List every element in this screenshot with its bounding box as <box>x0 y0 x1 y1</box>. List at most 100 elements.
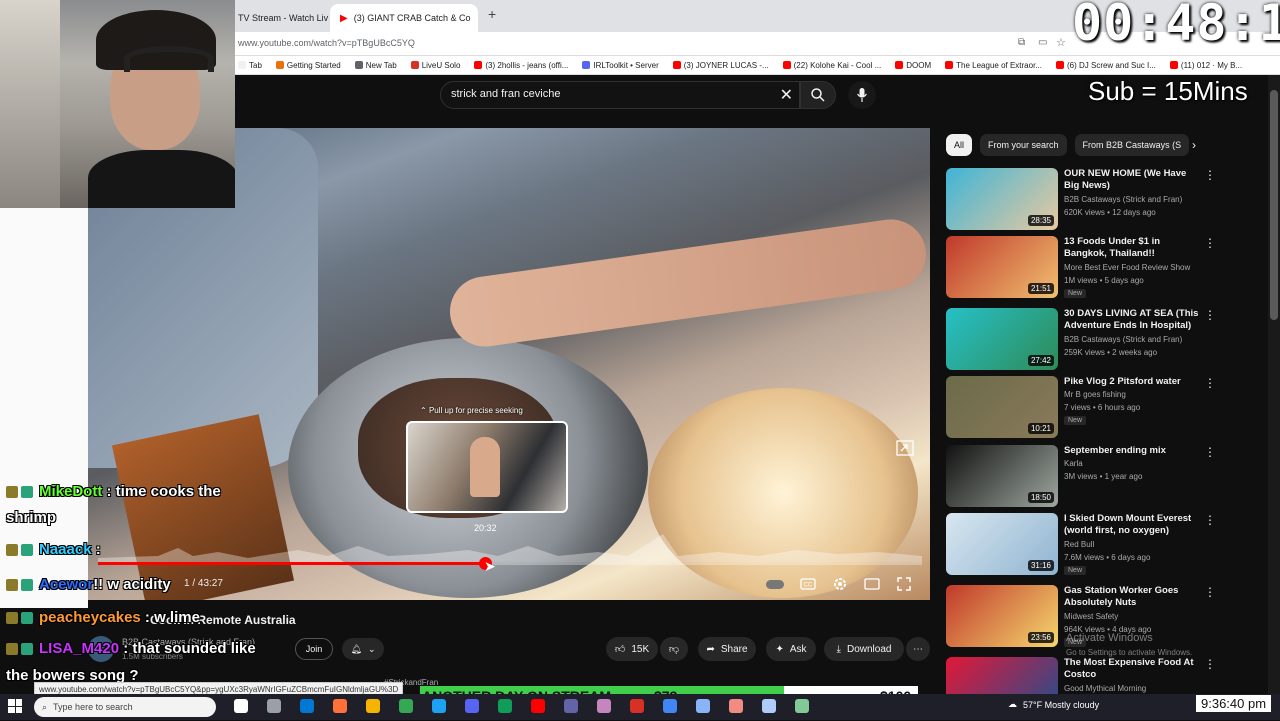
taskbar-app-icon[interactable] <box>432 699 446 713</box>
more-options-icon[interactable]: ⋮ <box>1204 168 1216 182</box>
taskbar-app-icon[interactable] <box>663 699 677 713</box>
taskbar-app-icon[interactable] <box>234 699 248 713</box>
miniplayer-expand-icon[interactable] <box>896 440 914 456</box>
recommendation-title[interactable]: I Skied Down Mount Everest (world first,… <box>1064 513 1204 537</box>
recommendation-channel[interactable]: Red Bull <box>1064 540 1094 549</box>
bookmark-item[interactable]: DOOM <box>895 61 931 70</box>
taskbar-app-icon[interactable] <box>300 699 314 713</box>
bookmark-item[interactable]: (3) JOYNER LUCAS -... <box>672 61 769 70</box>
taskbar-search-input[interactable]: ⌕ Type here to search <box>34 697 216 717</box>
recommendation-title[interactable]: Pike Vlog 2 Pitsford water <box>1064 376 1204 388</box>
taskbar-app-icon[interactable] <box>498 699 512 713</box>
bookmark-item[interactable]: (22) Kolohe Kai - Cool ... <box>782 61 881 70</box>
taskbar-app-icon[interactable] <box>696 699 710 713</box>
more-actions-button[interactable]: ⋯ <box>906 637 930 661</box>
recommendation-channel[interactable]: Midwest Safety <box>1064 612 1118 621</box>
windows-start-icon[interactable] <box>8 699 22 713</box>
taskbar-clock[interactable]: 9:36:40 pm <box>1196 695 1272 712</box>
recommendation-title[interactable]: The Most Expensive Food At Costco <box>1064 657 1204 681</box>
recommendation-channel[interactable]: More Best Ever Food Review Show <box>1064 263 1190 272</box>
join-button[interactable]: Join <box>295 638 333 660</box>
video-thumbnail[interactable]: 31:16 <box>946 513 1058 575</box>
fullscreen-button[interactable] <box>895 575 913 593</box>
taskbar-app-icon[interactable] <box>564 699 578 713</box>
taskbar-app-icon[interactable] <box>465 699 479 713</box>
captions-button[interactable]: CC <box>799 575 817 593</box>
more-options-icon[interactable]: ⋮ <box>1204 513 1216 527</box>
taskbar-app-icon[interactable] <box>531 699 545 713</box>
recommendation-item[interactable]: 28:35 OUR NEW HOME (We Have Big News) B2B … <box>946 168 1268 232</box>
taskbar-app-icon[interactable] <box>762 699 776 713</box>
taskbar-app-icon[interactable] <box>399 699 413 713</box>
bookmark-item[interactable]: (6) DJ Screw and Suc I... <box>1055 61 1156 70</box>
recommendation-item[interactable]: 27:42 30 DAYS LIVING AT SEA (This Adventu… <box>946 308 1268 372</box>
recommendation-title[interactable]: September ending mix <box>1064 445 1204 457</box>
recommendation-title[interactable]: OUR NEW HOME (We Have Big News) <box>1064 168 1204 192</box>
taskbar-app-icon[interactable] <box>267 699 281 713</box>
browser-tab-youtube[interactable]: ▶ (3) GIANT CRAB Catch & Co ✕ <box>330 4 478 32</box>
chip-from-channel[interactable]: From B2B Castaways (S <box>1074 134 1190 156</box>
taskbar-app-icon[interactable] <box>795 699 809 713</box>
more-options-icon[interactable]: ⋮ <box>1204 376 1216 390</box>
autoplay-toggle[interactable] <box>766 575 784 593</box>
bookmark-item[interactable]: Getting Started <box>275 61 341 70</box>
bookmark-item[interactable]: LiveU Solo <box>410 61 460 70</box>
recommendation-title[interactable]: 30 DAYS LIVING AT SEA (This Adventure En… <box>1064 308 1204 332</box>
theater-mode-button[interactable] <box>863 575 881 593</box>
video-thumbnail[interactable]: 28:35 <box>946 168 1058 230</box>
bookmark-item[interactable]: The League of Extraor... <box>945 61 1042 70</box>
bookmark-item[interactable]: (3) 2hollis - jeans (offi... <box>474 61 568 70</box>
recommendation-item[interactable]: 10:21 Pike Vlog 2 Pitsford water Mr B goes… <box>946 376 1268 440</box>
bookmark-star-icon[interactable]: ☆ <box>1056 36 1066 49</box>
weather-widget[interactable]: ☁︎ 57°F Mostly cloudy <box>1008 699 1099 710</box>
taskbar-app-icon[interactable] <box>597 699 611 713</box>
more-options-icon[interactable]: ⋮ <box>1204 657 1216 671</box>
share-button[interactable]: ➦ Share <box>698 637 756 661</box>
settings-button[interactable] <box>831 575 849 593</box>
more-options-icon[interactable]: ⋮ <box>1204 585 1216 599</box>
search-button[interactable] <box>800 81 836 109</box>
bookmark-item[interactable]: (11) 012 · My B... <box>1169 61 1242 70</box>
new-tab-button[interactable]: + <box>488 6 496 22</box>
recommendation-channel[interactable]: B2B Castaways (Strick and Fran) <box>1064 195 1182 204</box>
like-button[interactable]: 👍︎ 15K <box>606 637 658 661</box>
video-thumbnail[interactable]: 10:21 <box>946 376 1058 438</box>
scrollbar-thumb[interactable] <box>1270 90 1278 320</box>
video-thumbnail[interactable]: 18:50 <box>946 445 1058 507</box>
recommendation-title[interactable]: Gas Station Worker Goes Absolutely Nuts <box>1064 585 1204 609</box>
recommendation-item[interactable]: 21:51 13 Foods Under $1 in Bangkok, Thail… <box>946 236 1268 300</box>
bookmark-item[interactable]: Tab <box>238 61 262 70</box>
search-input[interactable]: strick and fran ceviche ✕ <box>440 81 800 109</box>
more-options-icon[interactable]: ⋮ <box>1204 445 1216 459</box>
recommendation-item[interactable]: 18:50 September ending mix Karla 3M views •… <box>946 445 1268 509</box>
install-app-icon[interactable]: ⧉ <box>1018 37 1025 48</box>
recommendation-channel[interactable]: Good Mythical Morning <box>1064 684 1146 693</box>
bookmark-item[interactable]: New Tab <box>354 61 397 70</box>
download-button[interactable]: ⤓ Download <box>824 637 904 661</box>
taskbar-app-icon[interactable] <box>630 699 644 713</box>
recommendation-channel[interactable]: Karla <box>1064 459 1083 468</box>
video-thumbnail[interactable]: 27:42 <box>946 308 1058 370</box>
recommendation-channel[interactable]: B2B Castaways (Strick and Fran) <box>1064 335 1182 344</box>
bookmark-item[interactable]: IRLToolkit • Server <box>582 61 659 70</box>
recommendation-channel[interactable]: Mr B goes fishing <box>1064 390 1126 399</box>
voice-search-button[interactable] <box>848 81 876 109</box>
ask-button[interactable]: ✦ Ask <box>766 637 816 661</box>
taskbar-app-icon[interactable] <box>333 699 347 713</box>
browser-tab-tv-stream[interactable]: TV Stream - Watch Liv ✕ <box>228 4 330 32</box>
recommendation-item[interactable]: 31:16 I Skied Down Mount Everest (world f… <box>946 513 1268 577</box>
cast-icon[interactable]: ▭ <box>1038 37 1047 48</box>
chip-from-your-search[interactable]: From your search <box>980 134 1067 156</box>
url-text[interactable]: www.youtube.com/watch?v=pTBgUBcC5YQ <box>238 38 415 48</box>
clear-search-icon[interactable]: ✕ <box>780 85 793 105</box>
dislike-button[interactable]: 👎︎ <box>660 637 688 661</box>
video-thumbnail[interactable]: 21:51 <box>946 236 1058 298</box>
notification-bell-button[interactable]: 🔔︎ ⌄ <box>342 638 384 660</box>
video-thumbnail[interactable]: 23:56 <box>946 585 1058 647</box>
chevron-right-icon[interactable]: › <box>1192 138 1196 152</box>
chip-all[interactable]: All <box>946 134 973 156</box>
taskbar-app-icon[interactable] <box>366 699 380 713</box>
more-options-icon[interactable]: ⋮ <box>1204 308 1216 322</box>
more-options-icon[interactable]: ⋮ <box>1204 236 1216 250</box>
taskbar-app-icon[interactable] <box>729 699 743 713</box>
